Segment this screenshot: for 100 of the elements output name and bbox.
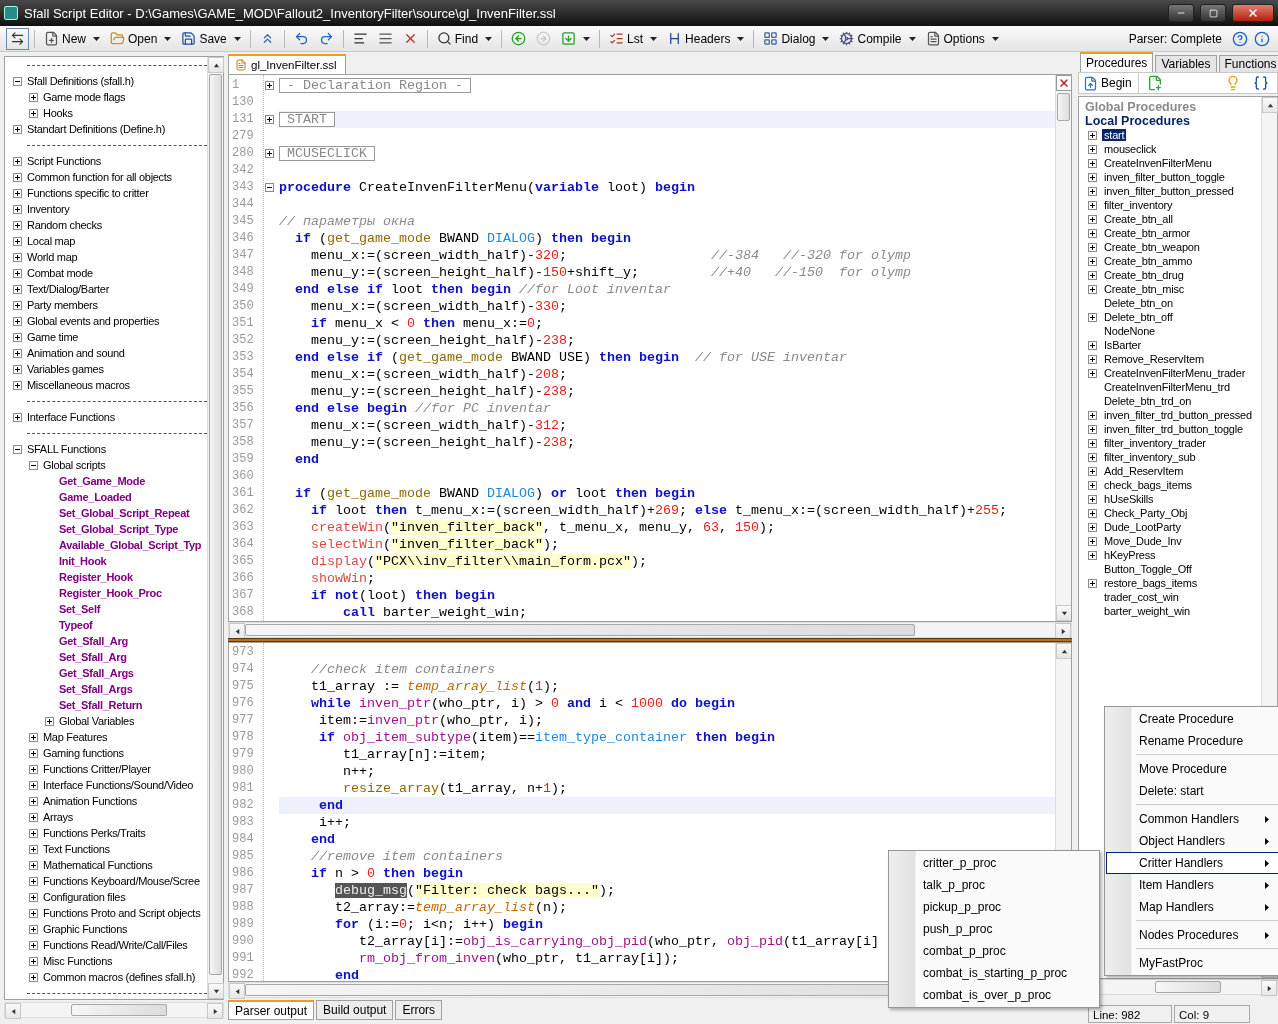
- tree-item[interactable]: hKeyPress: [1102, 549, 1158, 561]
- tree-item[interactable]: Create_btn_all: [1102, 213, 1175, 225]
- expand-toggle[interactable]: [29, 780, 38, 790]
- tree-item[interactable]: Game_Loaded: [59, 491, 132, 503]
- expand-toggle[interactable]: [1088, 172, 1097, 182]
- tree-item[interactable]: Functions Read/Write/Call/Files: [43, 939, 188, 951]
- menu-item[interactable]: Map Handlers: [1106, 896, 1278, 918]
- expand-toggle[interactable]: [264, 149, 274, 158]
- file-tab[interactable]: gl_InvenFilter.ssl: [228, 54, 346, 74]
- collapse-toggle[interactable]: [264, 183, 274, 192]
- expand-toggle[interactable]: [1088, 200, 1097, 210]
- tree-item[interactable]: Local map: [27, 235, 76, 247]
- menu-item[interactable]: MyFastProc: [1106, 952, 1278, 974]
- tree-item[interactable]: filter_inventory: [1102, 199, 1175, 211]
- expand-toggle[interactable]: [1088, 494, 1097, 504]
- expand-toggle[interactable]: [13, 300, 22, 310]
- tree-item[interactable]: Animation and sound: [27, 347, 125, 359]
- expand-toggle[interactable]: [13, 188, 22, 198]
- tree-item[interactable]: NodeNone: [1102, 325, 1157, 337]
- tree-item[interactable]: Functions Critter/Player: [43, 763, 151, 775]
- menu-item[interactable]: combat_p_proc: [890, 940, 1098, 962]
- tree-item[interactable]: Sfall Definitions (sfall.h): [27, 75, 134, 87]
- expand-toggle[interactable]: [13, 380, 22, 390]
- tree-item[interactable]: Party members: [27, 299, 98, 311]
- scroll-thumb[interactable]: [1057, 93, 1070, 121]
- tree-item[interactable]: Configuration files: [43, 891, 126, 903]
- tree-item[interactable]: Script Functions: [27, 155, 102, 167]
- expand-toggle[interactable]: [1088, 340, 1097, 350]
- scroll-arrow-button[interactable]: [208, 983, 224, 999]
- close-button[interactable]: [1232, 4, 1274, 22]
- tree-item[interactable]: Set_Sfall_Return: [59, 699, 143, 711]
- expand-toggle[interactable]: [13, 252, 22, 262]
- expand-toggle[interactable]: [45, 716, 54, 726]
- expand-toggle[interactable]: [1088, 242, 1097, 252]
- tree-item[interactable]: filter_inventory_trader: [1102, 437, 1208, 449]
- toolbar-button[interactable]: Dialog: [759, 27, 834, 50]
- tree-item[interactable]: Misc Functions: [43, 955, 113, 967]
- tree-item[interactable]: Add_ReservItem: [1102, 465, 1186, 477]
- expand-toggle[interactable]: [29, 92, 38, 102]
- tree-item[interactable]: CreateInvenFilterMenu: [1102, 157, 1214, 169]
- tree-item[interactable]: Init_Hook: [59, 555, 107, 567]
- expand-toggle[interactable]: [1088, 550, 1097, 560]
- output-tab[interactable]: Parser output: [228, 1000, 315, 1020]
- scroll-arrow-button[interactable]: [5, 1003, 21, 1019]
- expand-toggle[interactable]: [13, 332, 22, 342]
- scroll-thumb[interactable]: [209, 74, 222, 975]
- tree-item[interactable]: Graphic Functions: [43, 923, 128, 935]
- toolbar-button[interactable]: Compile: [835, 27, 920, 50]
- menu-item[interactable]: Item Handlers: [1106, 874, 1278, 896]
- panel-tab[interactable]: Functions: [1218, 55, 1278, 72]
- menu-item[interactable]: critter_p_proc: [890, 852, 1098, 874]
- collapse-toggle[interactable]: [13, 444, 22, 454]
- tree-item[interactable]: Set_Global_Script_Repeat: [59, 507, 190, 519]
- menu-item[interactable]: Create Procedure: [1106, 708, 1278, 730]
- tree-item[interactable]: Global events and properties: [27, 315, 160, 327]
- tree-item[interactable]: Get_Sfall_Args: [59, 667, 134, 679]
- expand-toggle[interactable]: [1088, 522, 1097, 532]
- tree-item[interactable]: Functions specific to critter: [27, 187, 149, 199]
- scrollbar[interactable]: [4, 1002, 224, 1018]
- expand-toggle[interactable]: [13, 172, 22, 182]
- expand-toggle[interactable]: [29, 892, 38, 902]
- expand-toggle[interactable]: [13, 316, 22, 326]
- begin-button[interactable]: Begin: [1083, 73, 1139, 93]
- menu-item[interactable]: Common Handlers: [1106, 808, 1278, 830]
- tree-item[interactable]: SFALL Functions: [27, 443, 106, 455]
- close-tab-button[interactable]: [1056, 75, 1071, 91]
- expand-toggle[interactable]: [1088, 284, 1097, 294]
- expand-toggle[interactable]: [1088, 158, 1097, 168]
- expand-toggle[interactable]: [1088, 480, 1097, 490]
- expand-toggle[interactable]: [29, 876, 38, 886]
- tree-item[interactable]: inven_filter_trd_button_toggle: [1102, 423, 1245, 435]
- tree-item[interactable]: Common macros (defines sfall.h): [43, 971, 196, 983]
- expand-toggle[interactable]: [29, 796, 38, 806]
- expand-toggle[interactable]: [29, 812, 38, 822]
- expand-toggle[interactable]: [29, 860, 38, 870]
- output-tab[interactable]: Errors: [395, 1000, 443, 1020]
- scroll-arrow-button[interactable]: [208, 57, 224, 73]
- menu-item[interactable]: Move Procedure: [1106, 758, 1278, 780]
- expand-toggle[interactable]: [13, 348, 22, 358]
- tree-item[interactable]: Create_btn_weapon: [1102, 241, 1202, 253]
- tree-item[interactable]: Hooks: [43, 107, 73, 119]
- expand-toggle[interactable]: [1088, 466, 1097, 476]
- tree-item[interactable]: Register_Hook_Proc: [59, 587, 162, 599]
- tree-item[interactable]: trader_cost_win: [1102, 591, 1181, 603]
- tree-item[interactable]: inven_filter_trd_button_pressed: [1102, 409, 1254, 421]
- scrollbar[interactable]: [228, 622, 1072, 638]
- expand-toggle[interactable]: [1088, 270, 1097, 280]
- tree-group-header[interactable]: Local Procedures: [1085, 114, 1261, 128]
- tree-item[interactable]: Mathematical Functions: [43, 859, 153, 871]
- tree-item[interactable]: Create_btn_drug: [1102, 269, 1186, 281]
- tree-item[interactable]: Register_Hook: [59, 571, 133, 583]
- scroll-thumb[interactable]: [1155, 981, 1221, 993]
- scroll-thumb[interactable]: [71, 1004, 167, 1016]
- menu-item[interactable]: Delete: start: [1106, 780, 1278, 802]
- tree-item[interactable]: hUseSkills: [1102, 493, 1156, 505]
- tree-item[interactable]: Inventory: [27, 203, 70, 215]
- expand-toggle[interactable]: [1088, 214, 1097, 224]
- tree-item[interactable]: Create_btn_misc: [1102, 283, 1187, 295]
- tree-item[interactable]: inven_filter_button_toggle: [1102, 171, 1227, 183]
- tree-item[interactable]: Get_Sfall_Arg: [59, 635, 128, 647]
